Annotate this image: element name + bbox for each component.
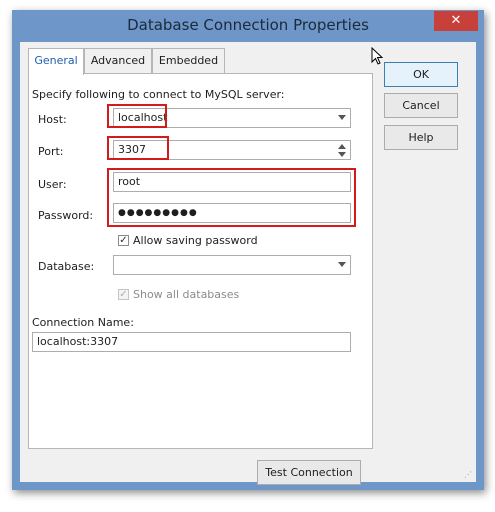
title-bar[interactable]: Database Connection Properties ✕ [12,10,484,42]
chevron-down-icon[interactable] [338,115,346,120]
allow-saving-label[interactable]: Allow saving password [133,234,258,247]
chevron-down-icon[interactable] [338,262,346,267]
spin-down-icon[interactable] [338,152,346,157]
tab-embedded[interactable]: Embedded [152,48,225,73]
allow-saving-checkbox[interactable]: ✓ [118,235,129,246]
general-tab-panel: Specify following to connect to MySQL se… [28,73,373,449]
host-label: Host: [38,113,67,126]
show-all-databases-label[interactable]: Show all databases [133,288,239,301]
tab-general[interactable]: General [28,48,84,75]
mouse-cursor-icon [371,47,383,65]
credentials-highlight-box [107,168,356,227]
port-label: Port: [38,145,64,158]
connection-name-label: Connection Name: [32,316,134,329]
resize-grip-icon[interactable]: ⋰ [464,470,474,480]
user-label: User: [38,178,67,191]
database-label: Database: [38,260,95,273]
password-label: Password: [38,209,94,222]
database-combobox[interactable] [113,255,351,275]
window-title: Database Connection Properties [127,16,369,34]
help-button[interactable]: Help [384,125,458,150]
show-all-databases-checkbox[interactable]: ✓ [118,289,129,300]
dialog-window: Database Connection Properties ✕ General… [12,10,484,490]
close-button[interactable]: ✕ [434,11,478,31]
port-highlight-box [107,136,169,160]
dialog-client-area: General Advanced Embedded Specify follow… [20,42,476,485]
test-connection-button[interactable]: Test Connection [257,460,361,485]
spin-up-icon[interactable] [338,144,346,149]
connection-name-input[interactable]: localhost:3307 [32,332,351,352]
host-highlight-box [107,104,167,128]
cancel-button[interactable]: Cancel [384,93,458,118]
tab-advanced[interactable]: Advanced [84,48,152,73]
intro-text: Specify following to connect to MySQL se… [32,88,285,101]
ok-button[interactable]: OK [384,62,458,87]
